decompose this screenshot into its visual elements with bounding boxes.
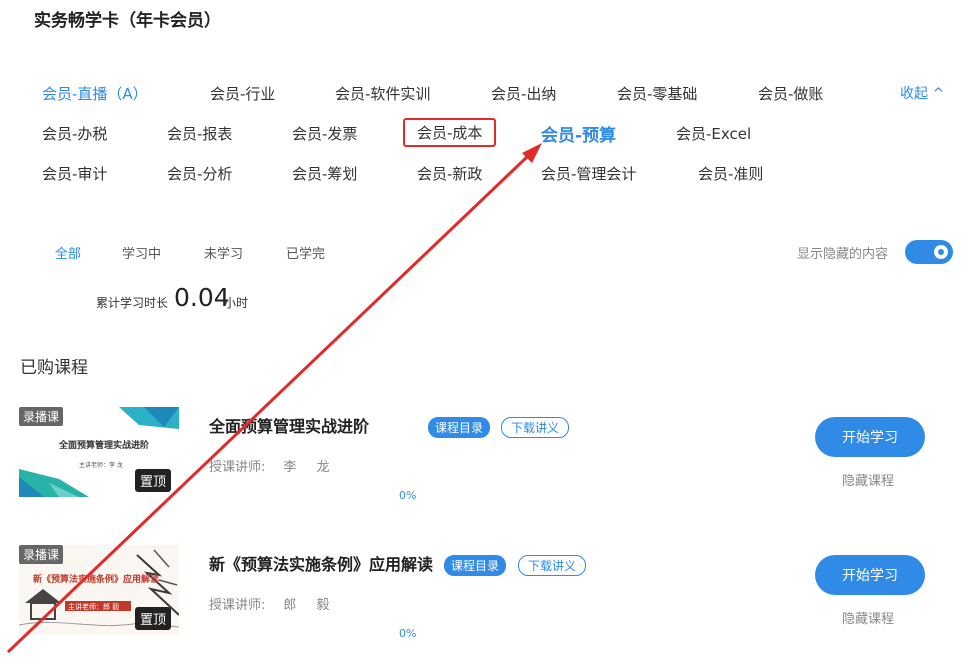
category-industry[interactable]: 会员-行业 [210, 83, 275, 104]
thumbnail-caption: 新《预算法实施条例》应用解读 [33, 575, 160, 585]
show-hidden-toggle[interactable] [905, 240, 953, 264]
study-time-label: 累计学习时长 [96, 296, 169, 310]
tab-not-started[interactable]: 未学习 [204, 243, 243, 262]
category-invoice[interactable]: 会员-发票 [292, 123, 357, 144]
thumbnail-teacher: 主讲老师：李 龙 [79, 462, 123, 469]
category-analysis[interactable]: 会员-分析 [167, 163, 232, 184]
category-bookkeeping[interactable]: 会员-做账 [758, 83, 823, 104]
toggle-knob [934, 245, 948, 259]
category-new-policy[interactable]: 会员-新政 [417, 163, 482, 184]
course-thumbnail[interactable]: 录播课 全面预算管理实战进阶 主讲老师：李 龙 置顶 [19, 407, 179, 497]
tab-completed[interactable]: 已学完 [286, 243, 325, 262]
course-title[interactable]: 全面预算管理实战进阶 [209, 413, 369, 437]
category-reports[interactable]: 会员-报表 [167, 123, 232, 144]
category-standards[interactable]: 会员-准则 [698, 163, 763, 184]
category-audit[interactable]: 会员-审计 [42, 163, 107, 184]
collapse-button[interactable]: 收起 ^ [900, 83, 944, 103]
study-time-unit: 小时 [224, 296, 249, 310]
start-learning-button[interactable]: 开始学习 [815, 555, 925, 595]
category-planning[interactable]: 会员-筹划 [292, 163, 357, 184]
category-cashier[interactable]: 会员-出纳 [491, 83, 556, 104]
category-management-accounting[interactable]: 会员-管理会计 [541, 163, 636, 184]
hide-course-link[interactable]: 隐藏课程 [842, 608, 894, 627]
page-title: 实务畅学卡（年卡会员） [34, 11, 221, 31]
hide-course-link[interactable]: 隐藏课程 [842, 470, 894, 489]
course-teacher: 授课讲师: 李 龙 [209, 460, 338, 475]
course-catalog-button[interactable]: 课程目录 [428, 417, 491, 438]
course-teacher: 授课讲师: 郎 毅 [209, 598, 338, 613]
category-zero-basis[interactable]: 会员-零基础 [617, 83, 697, 104]
category-cost[interactable]: 会员-成本 [403, 118, 497, 147]
download-notes-button[interactable]: 下载讲义 [518, 555, 587, 576]
study-time-value: 0.04 [174, 283, 230, 312]
thumbnail-teacher: 主讲老师：郎 毅 [68, 603, 120, 611]
start-learning-button[interactable]: 开始学习 [815, 417, 925, 457]
category-budget[interactable]: 会员-预算 [541, 121, 616, 146]
show-hidden-label: 显示隐藏的内容 [797, 247, 889, 262]
tab-all[interactable]: 全部 [55, 243, 81, 262]
category-live-a[interactable]: 会员-直播（A） [42, 83, 148, 104]
category-software-training[interactable]: 会员-软件实训 [335, 83, 430, 104]
category-tax[interactable]: 会员-办税 [42, 123, 107, 144]
recorded-badge: 录播课 [19, 545, 64, 564]
course-catalog-button[interactable]: 课程目录 [444, 555, 507, 576]
download-notes-button[interactable]: 下载讲义 [501, 417, 570, 438]
course-progress: 0% [399, 489, 417, 502]
course-progress: 0% [399, 627, 417, 640]
course-thumbnail[interactable]: 录播课 新《预算法实施条例》应用解读 主讲老师：郎 毅 置顶 [19, 545, 179, 635]
tab-learning[interactable]: 学习中 [122, 243, 161, 262]
pin-button[interactable]: 置顶 [135, 469, 172, 492]
thumbnail-caption: 全面预算管理实战进阶 [59, 441, 150, 451]
section-title: 已购课程 [20, 358, 88, 378]
category-excel[interactable]: 会员-Excel [676, 123, 751, 144]
pin-button[interactable]: 置顶 [135, 607, 172, 630]
recorded-badge: 录播课 [19, 407, 64, 426]
course-title[interactable]: 新《预算法实施条例》应用解读 [209, 551, 433, 575]
